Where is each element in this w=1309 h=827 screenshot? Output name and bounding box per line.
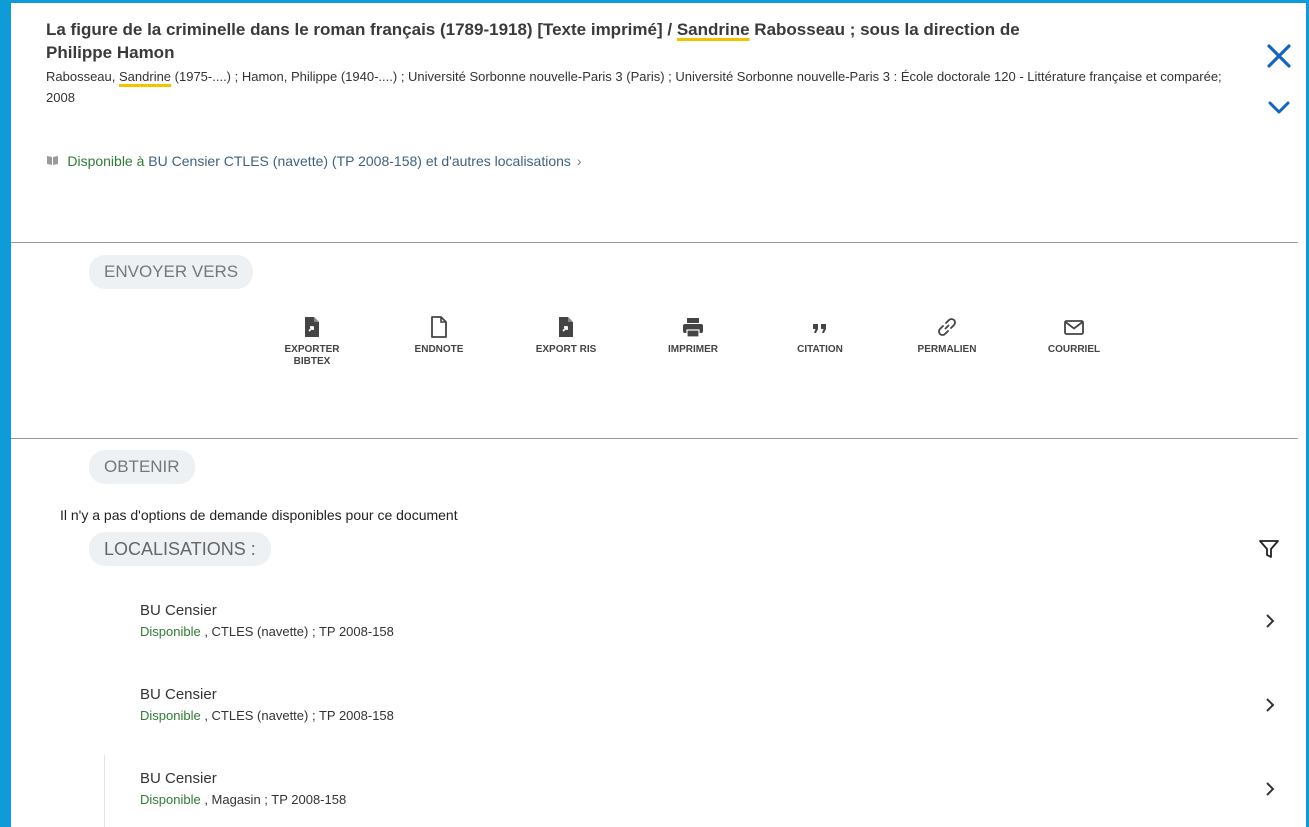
chevron-right-icon: [1266, 698, 1275, 712]
authors-text: Rabosseau,: [46, 69, 119, 84]
action-label: COURRIEL: [1047, 344, 1101, 355]
mail-icon: [1064, 320, 1084, 335]
section-divider: [11, 242, 1298, 243]
export-bibtex-icon: [305, 317, 319, 337]
title-text: La figure de la criminelle dans le roman…: [46, 20, 677, 39]
availability-line[interactable]: Disponible à BU Censier CTLES (navette) …: [46, 151, 582, 172]
action-label: CITATION: [797, 344, 843, 355]
section-divider: [11, 438, 1298, 439]
close-button[interactable]: [1265, 42, 1293, 70]
record-year: 2008: [46, 90, 75, 105]
location-item[interactable]: BU Censier Disponible , CTLES (navette) …: [140, 685, 1290, 725]
export-bibtex-button[interactable]: EXPORTER BIBTEX: [272, 316, 352, 368]
chevron-down-icon: [1268, 101, 1290, 114]
endnote-icon: [431, 316, 447, 338]
action-label: IMPRIMER: [668, 344, 718, 355]
chevron-right-icon: [1266, 782, 1275, 796]
action-label: ENDNOTE: [414, 344, 464, 355]
record-header: La figure de la criminelle dans le roman…: [46, 18, 1246, 108]
availability-status: Disponible à: [67, 153, 145, 169]
title-highlight: Sandrine: [676, 20, 750, 39]
location-item[interactable]: BU Censier Disponible , CTLES (navette) …: [140, 601, 1290, 641]
chevron-right-icon: [1266, 614, 1275, 628]
action-label: EXPORTER BIBTEX: [284, 344, 340, 367]
chevron-right-icon: ›: [576, 153, 582, 169]
obtain-heading: OBTENIR: [89, 450, 195, 484]
location-status: Disponible , CTLES (navette) ; TP 2008-1…: [140, 707, 1290, 725]
permalink-button[interactable]: PERMALIEN: [907, 316, 987, 356]
send-to-actions: EXPORTER BIBTEX ENDNOTE EXPORT RIS IMPRI…: [0, 316, 1309, 396]
location-availability: Disponible: [140, 624, 201, 639]
quote-icon: [813, 324, 826, 333]
filter-icon: [1259, 540, 1279, 558]
location-indent-bar: [104, 755, 105, 827]
location-item[interactable]: BU Censier Disponible , Magasin ; TP 200…: [140, 769, 1290, 809]
export-ris-icon: [559, 317, 573, 337]
email-button[interactable]: COURRIEL: [1034, 316, 1114, 356]
link-icon: [938, 318, 956, 336]
record-authors: Rabosseau, Sandrine (1975-....) ; Hamon,…: [46, 66, 1246, 87]
print-icon: [683, 318, 703, 338]
location-status: Disponible , Magasin ; TP 2008-158: [140, 791, 1290, 809]
action-label: EXPORT RIS: [535, 344, 597, 355]
endnote-button[interactable]: ENDNOTE: [399, 316, 479, 356]
action-label: PERMALIEN: [917, 344, 977, 355]
location-details: , CTLES (navette) ; TP 2008-158: [200, 708, 394, 723]
authors-text-rest: (1975-....) ; Hamon, Philippe (1940-....…: [171, 69, 1222, 84]
book-icon: [46, 155, 62, 169]
location-status: Disponible , CTLES (navette) ; TP 2008-1…: [140, 623, 1290, 641]
record-title[interactable]: La figure de la criminelle dans le roman…: [46, 18, 1056, 64]
collapse-button[interactable]: [1267, 98, 1291, 118]
location-library: BU Censier: [140, 770, 217, 787]
location-availability: Disponible: [140, 792, 201, 807]
close-icon: [1267, 44, 1291, 68]
no-request-options-message: Il n'y a pas d'options de demande dispon…: [60, 507, 458, 523]
availability-location[interactable]: BU Censier CTLES (navette) (TP 2008-158)…: [148, 153, 571, 169]
send-to-heading: ENVOYER VERS: [89, 255, 254, 289]
filter-button[interactable]: [1257, 537, 1281, 561]
locations-heading: LOCALISATIONS :: [89, 532, 271, 566]
location-library: BU Censier: [140, 602, 217, 619]
print-button[interactable]: IMPRIMER: [653, 316, 733, 356]
location-availability: Disponible: [140, 708, 201, 723]
location-details: , CTLES (navette) ; TP 2008-158: [200, 624, 394, 639]
location-details: , Magasin ; TP 2008-158: [200, 792, 347, 807]
export-ris-button[interactable]: EXPORT RIS: [526, 316, 606, 356]
authors-highlight: Sandrine: [119, 69, 172, 84]
location-library: BU Censier: [140, 686, 217, 703]
citation-button[interactable]: CITATION: [780, 316, 860, 356]
